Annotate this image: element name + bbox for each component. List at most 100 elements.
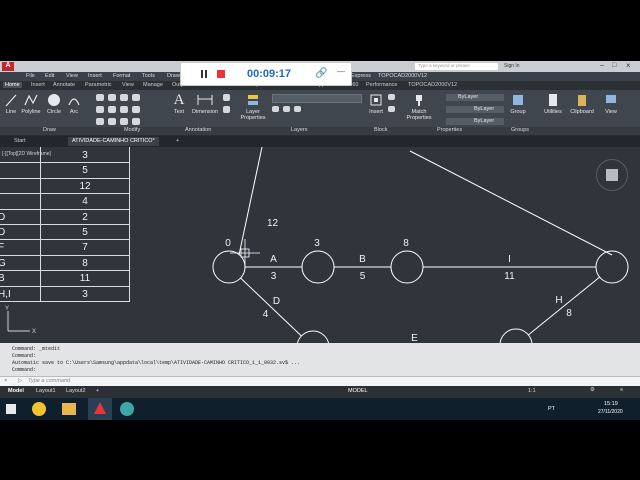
scale-icon[interactable] [108,118,116,125]
erase-icon[interactable] [132,94,140,101]
panel-block[interactable]: Block [374,127,387,133]
new-tab-icon[interactable]: + [172,137,183,146]
panel-modify[interactable]: Modify [124,127,140,133]
svg-text:X: X [32,329,36,335]
link-icon[interactable]: 🔗 [315,68,327,79]
rotate-icon[interactable] [108,94,116,101]
tab-home[interactable]: Home [3,82,22,88]
fillet-icon[interactable] [120,106,128,113]
layer-properties-tool[interactable]: Layer Properties [238,93,268,121]
mirror-icon[interactable] [108,106,116,113]
lineweight-dropdown[interactable]: ByLayer [446,118,504,125]
polyline-label: Polyline [21,109,41,115]
trim-icon[interactable] [120,94,128,101]
clock-time[interactable]: 15:19 [604,401,618,407]
command-input[interactable]: Type a command [28,378,70,384]
autocad-taskbar-button[interactable] [88,398,112,420]
drawing-canvas[interactable]: [-][Top][2D Wireframe] 3 5 12 4 D 2 D 5 F 7 G 8 B 11 H… [0,147,640,343]
explode-icon[interactable] [132,106,140,113]
circle-tool[interactable]: Circle [44,93,64,115]
tab-insert[interactable]: Insert [31,82,45,88]
offset-icon[interactable] [132,118,140,125]
create-block-icon[interactable] [388,94,395,100]
tab-annotate[interactable]: Annotate [53,82,75,88]
group-tool[interactable]: Group [508,93,528,115]
panel-layers[interactable]: Layers [291,127,308,133]
window-minimize-icon[interactable]: – [600,62,604,69]
edit-block-icon[interactable] [388,106,395,112]
tab-performance[interactable]: Performance [366,82,398,88]
panel-properties[interactable]: Properties [437,127,462,133]
menu-express[interactable]: Express [351,73,371,79]
layer-freeze-icon[interactable] [294,106,301,112]
menu-file[interactable]: File [26,73,35,79]
linetype-dropdown[interactable]: ByLayer [446,106,504,113]
menu-view[interactable]: View [66,73,78,79]
tab-view[interactable]: View [122,82,134,88]
help-search-input[interactable]: Type a keyword or phrase [415,63,498,70]
layer-iso-icon[interactable] [283,106,290,112]
match-properties-tool[interactable]: Match Properties [404,93,434,121]
polyline-tool[interactable]: Polyline [20,93,42,115]
panel-groups[interactable]: Groups [511,127,529,133]
close-command-icon[interactable]: × [4,378,7,384]
workspace-gear-icon[interactable]: ⚙ [590,387,595,393]
clock-date[interactable]: 27/11/2020 [598,409,623,415]
utilities-tool[interactable]: Utilities [540,93,566,115]
pause-icon[interactable] [201,70,203,78]
minimize-recorder-icon[interactable]: — [337,67,345,76]
model-space-button[interactable]: MODEL [348,388,368,394]
window-close-icon[interactable]: × [626,61,631,70]
view-tool[interactable]: View [600,93,622,115]
menu-edit[interactable]: Edit [45,73,54,79]
array-icon[interactable] [120,118,128,125]
tab-parametric[interactable]: Parametric [85,82,112,88]
dimension-tool[interactable]: Dimension [189,93,221,115]
stretch-icon[interactable] [96,118,104,125]
clipboard-tool[interactable]: Clipboard [568,93,596,115]
viewcube-top-face[interactable] [606,169,618,181]
layer-state-icon[interactable] [272,106,279,112]
tab-layout2[interactable]: Layout2 [66,388,86,394]
command-line-3: Automatic save to C:\Users\Samsung\appda… [12,360,301,366]
tab-model[interactable]: Model [8,388,24,394]
language-indicator[interactable]: PT [548,406,555,412]
panel-annotation[interactable]: Annotation [185,127,211,133]
tab-manage[interactable]: Manage [143,82,163,88]
insert-block-tool[interactable]: Insert [366,93,386,115]
tab-active-drawing[interactable]: ATIVIDADE-CAMINHO CRITICO* [68,137,159,146]
window-maximize-icon[interactable]: □ [612,62,616,69]
arc-tool[interactable]: Arc [66,93,82,115]
tab-start[interactable]: Start [10,137,30,146]
stop-icon[interactable] [217,70,225,78]
add-layout-icon[interactable]: + [96,388,99,394]
panel-draw[interactable]: Draw [43,127,56,133]
annotation-scale[interactable]: 1:1 [528,388,536,394]
utilities-label: Utilities [544,109,562,115]
command-line-1: Command: _mtedit [12,346,61,352]
leader-icon[interactable] [223,106,230,113]
text-tool[interactable]: A Text [170,92,188,115]
table-icon[interactable] [223,94,230,101]
tab-layout1[interactable]: Layout1 [36,388,56,394]
menu-tools[interactable]: Tools [142,73,155,79]
menu-format[interactable]: Format [113,73,130,79]
windows-start-icon[interactable] [6,404,16,414]
customize-icon[interactable]: ≡ [620,387,623,393]
move-icon[interactable] [96,94,104,101]
copy-icon[interactable] [96,106,104,113]
color-dropdown[interactable]: ByLayer [446,94,504,101]
layer-dropdown[interactable] [272,94,362,103]
menu-draw[interactable]: Draw [167,73,180,79]
sign-in-button[interactable]: Sign In [504,63,554,70]
menu-insert[interactable]: Insert [88,73,102,79]
recorder-app-icon[interactable] [120,402,134,416]
windows-taskbar: PT 15:19 27/11/2020 [0,398,640,420]
viewcube[interactable] [596,159,628,191]
app-menu-button[interactable]: A [2,62,14,71]
chrome-icon[interactable] [32,402,46,416]
tab-topocad[interactable]: TOPOCAD2000V12 [408,82,457,88]
line-tool[interactable]: Line [4,93,18,115]
menu-topocad[interactable]: TOPOCAD2000V12 [378,73,427,79]
file-explorer-icon[interactable] [62,403,76,415]
